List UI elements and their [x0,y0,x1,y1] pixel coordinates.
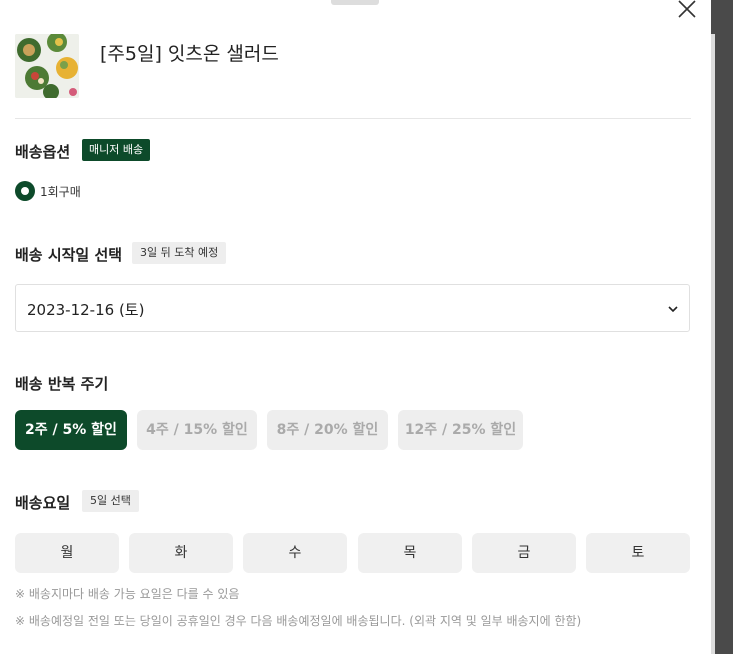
option-sheet: [주5일] 잇츠온 샐러드 배송옵션 매니저 배송 1회구매 배송 시작일 선택… [0,0,711,654]
scrollbar[interactable] [711,34,715,654]
cycle-option-12weeks[interactable]: 12주 / 25% 할인 [398,410,523,450]
salad-bowls-image [15,34,79,98]
day-button-thu[interactable]: 목 [358,533,462,573]
purchase-once-radio[interactable]: 1회구매 [15,181,81,201]
manager-delivery-badge: 매니저 배송 [82,139,151,161]
start-date-select[interactable]: 2023-12-16 (토) [15,284,690,332]
cycle-option-2weeks[interactable]: 2주 / 5% 할인 [15,410,127,450]
close-button[interactable] [676,0,698,20]
close-icon [678,0,696,18]
cycle-option-8weeks[interactable]: 8주 / 20% 할인 [267,410,388,450]
repeat-cycle-label: 배송 반복 주기 [15,375,109,393]
product-summary: [주5일] 잇츠온 샐러드 [15,34,691,119]
day-button-sat[interactable]: 토 [586,533,690,573]
day-button-mon[interactable]: 월 [15,533,119,573]
delivery-days-label: 배송요일 [15,494,71,512]
day-button-wed[interactable]: 수 [243,533,347,573]
start-date-label: 배송 시작일 선택 [15,246,123,264]
arrival-estimate-badge: 3일 뒤 도착 예정 [132,242,227,264]
cycle-option-4weeks[interactable]: 4주 / 15% 할인 [137,410,257,450]
radio-selected-icon [15,181,35,201]
day-button-tue[interactable]: 화 [129,533,233,573]
chevron-down-icon [666,302,680,316]
product-thumbnail [15,34,79,98]
start-date-value: 2023-12-16 (토) [27,301,145,319]
delivery-note: ※ 배송지마다 배송 가능 요일은 다를 수 있음 [15,587,240,601]
holiday-note: ※ 배송예정일 전일 또는 당일이 공휴일인 경우 다음 배송예정일에 배송됩니… [15,614,582,628]
radio-label: 1회구매 [40,184,81,199]
delivery-option-label: 배송옵션 [15,143,71,161]
days-selected-badge: 5일 선택 [82,490,139,512]
product-title: [주5일] 잇츠온 샐러드 [100,43,279,65]
day-button-fri[interactable]: 금 [472,533,576,573]
sheet-drag-handle[interactable] [331,0,379,5]
